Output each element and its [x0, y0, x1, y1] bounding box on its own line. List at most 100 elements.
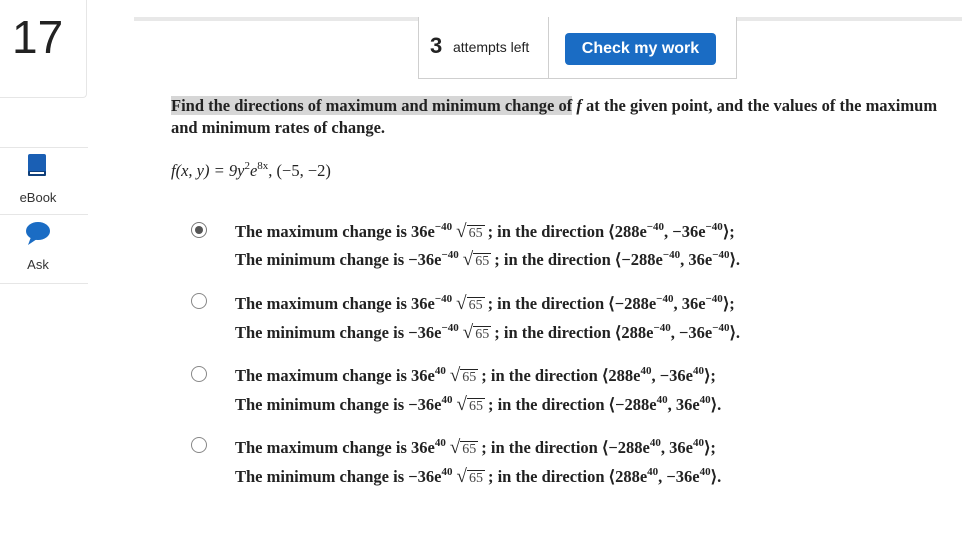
- direction-close: ⟩;: [722, 294, 735, 313]
- function-lhs: f(x, y) = 9y: [171, 161, 245, 180]
- direction-exp-2: 40: [699, 394, 711, 406]
- direction-open: ; in the direction ⟨288e: [494, 323, 654, 342]
- rate-exponent: 40: [434, 365, 446, 377]
- option-2-radio[interactable]: [191, 293, 207, 309]
- direction-mid: , −36e: [658, 467, 700, 486]
- line-prefix: The maximum change is: [235, 294, 412, 313]
- radicand: 65: [466, 297, 485, 313]
- radical-sign: √: [449, 365, 461, 386]
- line-prefix: The minimum change is: [235, 467, 409, 486]
- radical-sign: √: [456, 293, 467, 314]
- direction-exp-2: −40: [705, 293, 723, 305]
- rate-coefficient: −36e: [408, 323, 442, 342]
- sqrt-expression: √ 65: [449, 437, 479, 459]
- sqrt-expression: √ 65: [463, 322, 492, 344]
- check-my-work-button[interactable]: Check my work: [565, 33, 716, 65]
- direction-mid: , −36e: [651, 366, 693, 385]
- radicand: 65: [466, 225, 485, 241]
- rate-exponent: 40: [434, 437, 446, 449]
- line-prefix: The minimum change is: [235, 250, 409, 269]
- highlighted-text: Find the directions of maximum and minim…: [171, 96, 573, 115]
- sqrt-expression: √ 65: [462, 249, 492, 271]
- rate-exponent: −40: [434, 293, 453, 305]
- question-number-box: 17: [0, 0, 87, 98]
- radical-sign: √: [456, 394, 467, 415]
- direction-mid: , 36e: [680, 250, 713, 269]
- direction-exp-2: −40: [712, 322, 730, 334]
- rate-exponent: −40: [441, 249, 459, 261]
- option-4-min-line: The minimum change is −36e40 √ 65; in the …: [235, 466, 721, 488]
- direction-open: ; in the direction ⟨−288e: [481, 438, 650, 457]
- option-1-radio[interactable]: [191, 222, 207, 238]
- direction-close: ⟩.: [710, 467, 722, 486]
- direction-close: ⟩.: [710, 395, 722, 414]
- sqrt-expression: √ 65: [456, 293, 485, 315]
- rate-coefficient: −36e: [408, 467, 442, 486]
- direction-exp-2: −40: [712, 249, 730, 261]
- direction-close: ⟩.: [729, 323, 741, 342]
- direction-open: ; in the direction ⟨288e: [487, 222, 647, 241]
- question-prompt: Find the directions of maximum and minim…: [171, 95, 951, 139]
- ask-link[interactable]: Ask: [0, 257, 76, 272]
- direction-exp-1: −40: [646, 221, 665, 233]
- radicand: 65: [473, 253, 492, 269]
- direction-open: ; in the direction ⟨−288e: [494, 250, 663, 269]
- direction-mid: , 36e: [660, 438, 693, 457]
- direction-close: ⟩.: [729, 250, 741, 269]
- direction-exp-2: 40: [692, 437, 704, 449]
- rate-coefficient: −36e: [408, 250, 442, 269]
- rate-coefficient: 36e: [411, 294, 435, 313]
- attempts-divider: [548, 17, 549, 79]
- sqrt-expression: √ 65: [449, 365, 479, 387]
- radical-sign: √: [462, 249, 474, 270]
- sqrt-expression: √ 65: [457, 394, 485, 416]
- attempts-count: 3: [430, 33, 443, 58]
- direction-exp-1: 40: [647, 466, 659, 478]
- book-icon[interactable]: [27, 153, 47, 177]
- radical-sign: √: [449, 437, 461, 458]
- direction-exp-1: −40: [662, 249, 681, 261]
- radicand: 65: [460, 369, 479, 385]
- line-prefix: The maximum change is: [235, 438, 412, 457]
- direction-mid: , −36e: [670, 323, 713, 342]
- direction-exp-1: 40: [656, 394, 668, 406]
- option-1-max-line: The maximum change is 36e−40 √ 65; in the …: [235, 221, 735, 243]
- direction-close: ⟩;: [703, 438, 716, 457]
- sidebar-divider: [0, 214, 88, 215]
- ebook-link[interactable]: eBook: [0, 190, 76, 205]
- direction-close: ⟩;: [722, 222, 735, 241]
- rate-coefficient: −36e: [408, 395, 442, 414]
- direction-open: ; in the direction ⟨288e: [481, 366, 641, 385]
- direction-mid: , 36e: [667, 395, 700, 414]
- option-4-radio[interactable]: [191, 437, 207, 453]
- rate-exponent: 40: [441, 466, 453, 478]
- chat-bubble-icon[interactable]: [25, 220, 51, 246]
- direction-open: ; in the direction ⟨288e: [487, 467, 648, 486]
- direction-exp-2: 40: [692, 365, 704, 377]
- rate-exponent: 40: [441, 394, 453, 406]
- option-3-max-line: The maximum change is 36e40 √ 65; in the d…: [235, 365, 716, 387]
- option-4-max-line: The maximum change is 36e40 √ 65; in the d…: [235, 437, 716, 459]
- radicand: 65: [466, 398, 485, 414]
- line-prefix: The minimum change is: [235, 323, 409, 342]
- direction-open: ; in the direction ⟨−288e: [487, 294, 657, 313]
- radicand: 65: [460, 441, 479, 457]
- line-prefix: The maximum change is: [235, 222, 412, 241]
- radicand: 65: [466, 470, 485, 486]
- direction-mid: , −36e: [664, 222, 706, 241]
- option-1-min-line: The minimum change is −36e−40 √ 65; in the…: [235, 249, 740, 271]
- direction-exp-2: −40: [705, 221, 723, 233]
- radicand: 65: [473, 326, 492, 342]
- radical-sign: √: [456, 221, 467, 242]
- line-prefix: The minimum change is: [235, 395, 409, 414]
- e-exponent: 8x: [257, 160, 269, 172]
- rate-exponent: −40: [434, 221, 453, 233]
- option-3-radio[interactable]: [191, 366, 207, 382]
- direction-exp-1: 40: [649, 437, 661, 449]
- radical-sign: √: [456, 466, 467, 487]
- question-number: 17: [12, 11, 64, 63]
- direction-open: ; in the direction ⟨−288e: [487, 395, 657, 414]
- option-3-min-line: The minimum change is −36e40 √ 65; in the …: [235, 394, 721, 416]
- option-2-max-line: The maximum change is 36e−40 √ 65; in the …: [235, 293, 735, 315]
- direction-close: ⟩;: [703, 366, 716, 385]
